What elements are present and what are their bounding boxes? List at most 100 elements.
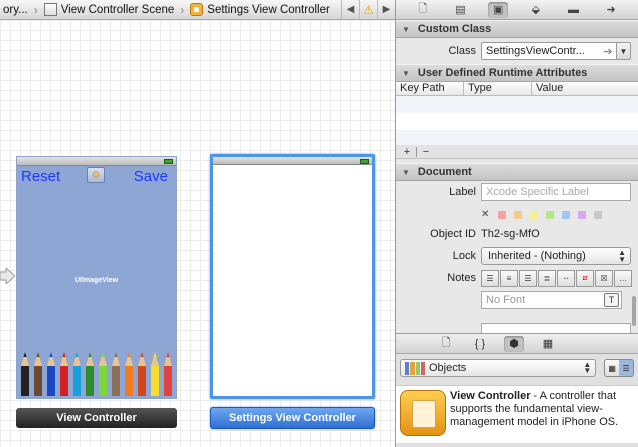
text-color-icon[interactable]: ☒	[595, 269, 613, 287]
inspector-tab-bar: 🗋 ▤ ▣ ⬙ ▬ ➜	[396, 0, 638, 20]
runtime-attributes-section-header[interactable]: ▼ User Defined Runtime Attributes	[396, 64, 638, 82]
pencil-icon[interactable]	[58, 352, 70, 396]
font-field[interactable]: No Font T	[481, 291, 622, 309]
disclosure-triangle-icon: ▼	[402, 167, 410, 177]
inspector-scrollbar[interactable]	[632, 296, 636, 326]
breadcrumb-separator-icon: ›	[33, 2, 38, 17]
chevron-down-icon[interactable]: ▼	[616, 43, 630, 59]
pencil-icon[interactable]	[123, 352, 135, 396]
quick-help-icon[interactable]: ▤	[450, 2, 470, 18]
no-color-icon[interactable]: ⧄	[576, 269, 594, 287]
pencil-icon[interactable]	[45, 352, 57, 396]
class-value: SettingsViewContr...	[486, 45, 585, 57]
breadcrumb-separator-icon: ›	[180, 2, 185, 17]
save-button[interactable]: Save	[134, 168, 168, 185]
status-bar	[213, 157, 372, 165]
next-issue-button[interactable]: ▶	[377, 0, 395, 19]
image-view-label: UIImageView	[74, 277, 119, 284]
scene-icon	[43, 3, 57, 16]
go-to-class-icon[interactable]: ➔	[600, 43, 616, 59]
grid-view-icon[interactable]: ▦	[605, 360, 620, 376]
attributes-inspector-icon[interactable]: ⬙	[526, 2, 546, 18]
pencil-icon[interactable]	[19, 352, 31, 396]
add-attribute-button[interactable]: +	[400, 146, 414, 158]
label-field[interactable]: Xcode Specific Label	[481, 183, 631, 201]
notes-format-toolbar: ☰ ≡ ☰ ≣ ┄ ⧄ ☒ …	[481, 269, 632, 287]
label-color-swatch[interactable]	[530, 210, 539, 219]
more-options-icon[interactable]: …	[614, 269, 632, 287]
pencil-icon[interactable]	[149, 352, 161, 396]
settings-view-controller-scene-label[interactable]: Settings View Controller	[210, 407, 375, 429]
settings-view-controller-scene[interactable]	[210, 154, 375, 399]
previous-issue-button[interactable]: ◀	[341, 0, 359, 19]
pencil-icon[interactable]	[110, 352, 122, 396]
section-title: Document	[417, 166, 472, 178]
column-header-type[interactable]: Type	[464, 82, 532, 95]
notes-text-area[interactable]	[481, 323, 631, 333]
label-row: Label Xcode Specific Label	[396, 181, 638, 203]
align-justify-icon[interactable]: ≣	[538, 269, 556, 287]
class-label: Class	[448, 45, 476, 57]
library-popup-value: Objects	[429, 362, 467, 374]
column-header-value[interactable]: Value	[532, 82, 638, 95]
file-template-library-icon[interactable]: 🗋	[436, 336, 456, 352]
label-color-swatch[interactable]	[498, 210, 507, 219]
pencil-icon[interactable]	[136, 352, 148, 396]
custom-class-section-header[interactable]: ▼ Custom Class	[396, 20, 638, 38]
clear-color-icon[interactable]: ✕	[481, 209, 489, 220]
object-id-value: Th2-sg-MfO	[481, 228, 540, 240]
class-combo-box[interactable]: SettingsViewContr... ➔ ▼	[481, 42, 631, 60]
view-controller-scene[interactable]: Reset ⚙ Save UIImageView	[16, 156, 177, 399]
pencil-icon[interactable]	[84, 352, 96, 396]
breadcrumb-storyboard[interactable]: ory...	[0, 0, 31, 19]
notes-row: Notes ☰ ≡ ☰ ≣ ┄ ⧄ ☒ …	[396, 267, 638, 289]
view-controller-scene-label[interactable]: View Controller	[16, 408, 177, 428]
align-left-icon[interactable]: ☰	[481, 269, 499, 287]
align-center-icon[interactable]: ≡	[500, 269, 518, 287]
breadcrumb-view-controller[interactable]: Settings View Controller	[187, 0, 333, 19]
library-view-toggle: ▦ ☰	[604, 359, 634, 377]
library-item-title: View Controller	[450, 390, 531, 402]
storyboard-canvas[interactable]: Reset ⚙ Save UIImageView View Controller…	[0, 20, 395, 447]
media-library-icon[interactable]: ▦	[538, 336, 558, 352]
battery-icon	[164, 159, 173, 164]
pencil-icon[interactable]	[97, 352, 109, 396]
library-pane: 🗋 { } ⬢ ▦ Objects ▲ ▼ ▦ ☰ View Controller…	[395, 333, 638, 447]
list-view-icon[interactable]: ☰	[619, 360, 633, 376]
connections-inspector-icon[interactable]: ➜	[601, 2, 621, 18]
code-snippet-library-icon[interactable]: { }	[470, 336, 490, 352]
identity-inspector-icon[interactable]: ▣	[488, 1, 509, 18]
remove-attribute-button[interactable]: −	[419, 146, 433, 158]
pencil-icon[interactable]	[162, 352, 174, 396]
lock-popup[interactable]: Inherited - (Nothing) ▲ ▼	[481, 247, 631, 265]
object-library-icon[interactable]: ⬢	[504, 335, 524, 352]
label-color-swatch[interactable]	[514, 210, 523, 219]
align-right-icon[interactable]: ☰	[519, 269, 537, 287]
library-popup[interactable]: Objects ▲ ▼	[400, 359, 597, 377]
runtime-attributes-table[interactable]: Key Path Type Value	[396, 82, 638, 147]
library-filter-bar: Objects ▲ ▼ ▦ ☰	[396, 354, 638, 382]
lock-row: Lock Inherited - (Nothing) ▲ ▼	[396, 245, 638, 267]
size-inspector-icon[interactable]: ▬	[563, 2, 583, 18]
document-section-header[interactable]: ▼ Document	[396, 163, 638, 181]
label-color-swatch[interactable]	[546, 210, 555, 219]
pencil-icon[interactable]	[71, 352, 83, 396]
warning-icon[interactable]: ⚠	[359, 0, 377, 19]
disclosure-triangle-icon: ▼	[402, 24, 410, 34]
class-row: Class SettingsViewContr... ➔ ▼	[396, 38, 638, 64]
font-picker-icon[interactable]: T	[604, 293, 619, 307]
line-spacing-icon[interactable]: ┄	[557, 269, 575, 287]
label-color-swatch[interactable]	[562, 210, 571, 219]
label-color-swatch[interactable]	[594, 210, 603, 219]
pencil-icon[interactable]	[32, 352, 44, 396]
library-item-view-controller[interactable]: View Controller - A controller that supp…	[396, 385, 638, 443]
up-down-arrows-icon: ▲ ▼	[618, 248, 626, 264]
settings-gear-button[interactable]: ⚙	[87, 167, 105, 183]
pencil-palette[interactable]	[19, 350, 174, 396]
label-color-swatch[interactable]	[578, 210, 587, 219]
column-header-key-path[interactable]: Key Path	[396, 82, 464, 95]
file-inspector-icon[interactable]: 🗋	[413, 2, 433, 18]
reset-button[interactable]: Reset	[21, 168, 60, 185]
breadcrumb-scene[interactable]: View Controller Scene	[41, 0, 178, 19]
breadcrumb-label: Settings View Controller	[207, 3, 330, 16]
